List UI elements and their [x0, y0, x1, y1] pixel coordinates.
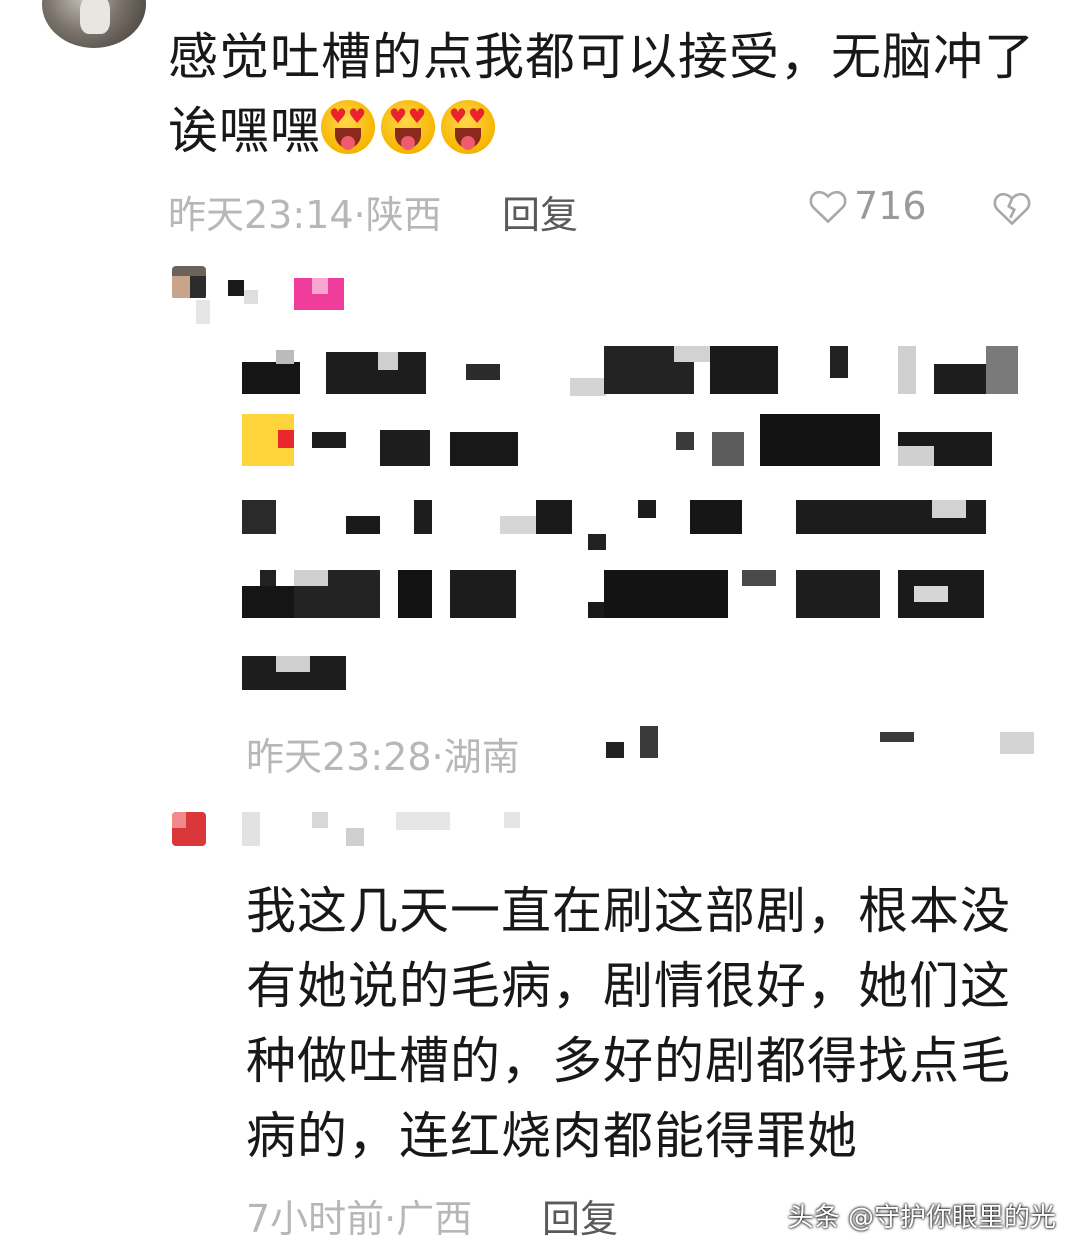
comment-meta: 昨天23:14·陕西	[168, 193, 442, 237]
dislike-icon[interactable]	[992, 190, 1032, 226]
reply-button[interactable]: 回复	[502, 184, 578, 239]
pixelated-block	[196, 300, 210, 324]
pixelated-block	[228, 280, 244, 296]
comment-line: 我这几天一直在刷这部剧，根本没	[246, 882, 1011, 940]
heart-eyes-emoji-icon	[321, 100, 375, 154]
comment-line: 种做吐槽的，多好的剧都得找点毛	[246, 1032, 1011, 1090]
pixelated-block	[312, 278, 328, 294]
comment-text: 感觉吐槽的点我都可以接受，无脑冲了 诶嘿嘿	[168, 20, 1035, 168]
comment-line: 有她说的毛病，剧情很好，她们这	[246, 957, 1011, 1015]
comment-line: 感觉吐槽的点我都可以接受，无脑冲了	[168, 28, 1035, 86]
reply-button[interactable]: 回复	[542, 1188, 618, 1243]
comment-meta: 7小时前·广西	[246, 1197, 473, 1241]
like-button[interactable]: 716	[808, 184, 927, 228]
heart-eyes-emoji-icon	[441, 100, 495, 154]
avatar[interactable]	[172, 266, 206, 300]
pixelated-block	[244, 290, 258, 304]
avatar[interactable]	[172, 812, 206, 846]
comment-line: 诶嘿嘿	[168, 94, 1035, 168]
heart-icon	[809, 190, 847, 224]
comment-meta: 昨天23:28·湖南	[246, 735, 520, 779]
comment-line: 病的，连红烧肉都能得罪她	[246, 1107, 858, 1165]
watermark: 头条 @守护你眼里的光	[787, 1203, 1056, 1233]
comment-line-text: 诶嘿嘿	[168, 102, 321, 160]
like-count: 716	[854, 184, 927, 228]
heart-eyes-emoji-icon	[381, 100, 435, 154]
avatar[interactable]	[42, 0, 146, 48]
comment-text: 我这几天一直在刷这部剧，根本没 有她说的毛病，剧情很好，她们这 种做吐槽的，多好…	[246, 874, 1011, 1174]
